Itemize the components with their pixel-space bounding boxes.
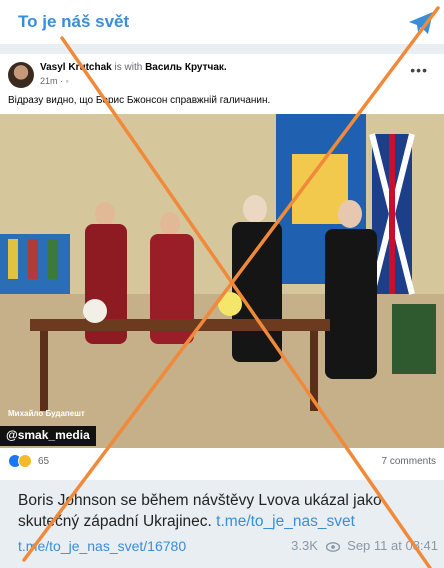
photo-credit: Михайло Будапешт [8, 409, 85, 418]
message-stats: 3.3K Sep 11 at 08:41 [291, 538, 438, 553]
post-time: 21m · ◦ [40, 76, 69, 86]
with-label: is with [114, 62, 143, 73]
channel-header: To je náš svět [0, 0, 444, 44]
media-watermark: @smak_media [0, 426, 96, 446]
ceremony-scene [0, 114, 444, 448]
telegram-icon[interactable] [406, 8, 436, 38]
comments-link[interactable]: 7 comments [382, 456, 436, 467]
haha-reaction-icon [18, 454, 32, 468]
reaction-count: 65 [38, 455, 50, 467]
more-icon[interactable]: ••• [410, 62, 428, 78]
post-photo[interactable]: Михайло Будапешт @smak_media [0, 114, 444, 448]
post-header: Vasyl Krutchak is with Василь Крутчак. [40, 62, 227, 73]
channel-title[interactable]: To je náš svět [18, 12, 129, 32]
avatar[interactable] [8, 62, 34, 88]
message-link[interactable]: t.me/to_je_nas_svet/16780 [18, 538, 186, 554]
message-caption: Boris Johnson se během návštěvy Lvova uk… [18, 490, 428, 532]
post-text: Відразу видно, що Борис Бжонсон справжні… [8, 95, 271, 106]
message-footer: t.me/to_je_nas_svet/16780 3.3K Sep 11 at… [18, 538, 438, 558]
caption-link[interactable]: t.me/to_je_nas_svet [216, 513, 355, 530]
message-date: Sep 11 at 08:41 [347, 538, 438, 553]
eye-icon [325, 541, 340, 552]
reactions-bar[interactable]: 65 [8, 454, 49, 468]
post-author[interactable]: Vasyl Krutchak [40, 62, 112, 73]
view-count: 3.3K [291, 538, 318, 553]
tagged-user[interactable]: Василь Крутчак. [145, 62, 227, 73]
